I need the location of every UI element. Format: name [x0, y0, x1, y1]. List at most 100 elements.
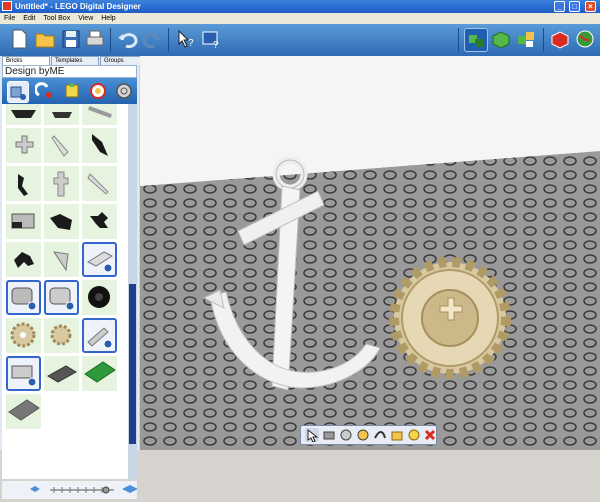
technic-plate-brick — [86, 251, 114, 273]
technic-claw-brick — [14, 252, 34, 268]
tab-templates[interactable]: Templates — [51, 56, 99, 65]
scrollbar-thumb[interactable] — [129, 284, 136, 444]
baseplate-scene — [140, 56, 600, 450]
brick-item[interactable] — [6, 104, 41, 125]
hinge-align-button[interactable] — [356, 428, 370, 442]
flex-button[interactable] — [373, 428, 387, 442]
paint-tool-button[interactable] — [88, 81, 108, 101]
brick-item[interactable] — [6, 166, 41, 201]
flex-tool-button[interactable] — [62, 81, 82, 101]
select-tool-button[interactable] — [305, 428, 319, 443]
menu-help[interactable]: Help — [97, 13, 119, 24]
brick-item[interactable] — [44, 318, 79, 353]
flat-tile-brick — [47, 365, 77, 383]
menu-edit[interactable]: Edit — [19, 13, 39, 24]
help-pointer-button[interactable]: ? — [175, 28, 197, 50]
help-book-icon: ? — [202, 31, 219, 51]
brick-item[interactable] — [6, 242, 41, 277]
brick-item[interactable] — [44, 204, 79, 239]
folder-icon — [35, 33, 55, 48]
view-mode-button[interactable] — [490, 28, 512, 50]
minimize-button[interactable]: _ — [554, 1, 565, 12]
brick-item[interactable] — [82, 280, 117, 315]
view-mode-icon — [492, 31, 510, 49]
close-button[interactable]: × — [585, 1, 596, 12]
technic-axle-brick — [87, 327, 113, 349]
lego-app-icon — [2, 1, 12, 11]
brick-item-selected[interactable] — [82, 318, 117, 353]
palette-name[interactable]: Design byME — [2, 65, 137, 78]
brick-item[interactable] — [82, 356, 117, 391]
brick-item[interactable] — [82, 128, 117, 163]
menu-file[interactable]: File — [0, 13, 19, 24]
brick-item-selected[interactable] — [6, 356, 41, 391]
hinge-tool-button[interactable] — [34, 81, 55, 101]
brick-item[interactable] — [6, 318, 41, 353]
brick-item[interactable] — [6, 128, 41, 163]
rotate-tool-button[interactable] — [114, 81, 134, 101]
building-guide-button[interactable] — [515, 28, 537, 50]
brick-item[interactable] — [44, 356, 79, 391]
technic-cross-brick — [15, 135, 34, 154]
minifig-head-icon — [408, 429, 420, 441]
brick-item[interactable] — [6, 204, 41, 239]
green-baseplate-brick — [84, 361, 116, 383]
save-button[interactable] — [60, 28, 82, 50]
3d-viewport[interactable] — [140, 56, 600, 450]
undo-icon — [118, 33, 138, 49]
clone-tool-button[interactable] — [322, 428, 336, 442]
toolbar-separator — [110, 28, 111, 52]
help-book-button[interactable]: ? — [200, 28, 222, 51]
brick-item-selected[interactable] — [44, 280, 79, 315]
delete-button[interactable] — [423, 428, 437, 442]
help-cursor-icon: ? — [178, 29, 194, 49]
tab-bricks[interactable]: Bricks — [2, 56, 50, 65]
technic-brick-round — [11, 287, 37, 311]
hinge-button[interactable] — [339, 428, 353, 442]
technic-axle-joint-brick — [52, 112, 72, 118]
paint-button[interactable] — [390, 428, 404, 442]
technic-connector-brick — [11, 110, 36, 118]
svg-text:?: ? — [213, 40, 219, 50]
window-title: Untitled* - LEGO Digital Designer — [15, 2, 141, 11]
gear-model[interactable] — [389, 257, 511, 379]
technic-bent-pin-brick — [18, 174, 28, 196]
minifig-button[interactable] — [407, 428, 421, 442]
build-mode-button[interactable] — [464, 28, 488, 52]
toolbar-separator — [543, 28, 544, 52]
technic-rod-brick — [88, 106, 112, 118]
palette-zoom-slider[interactable] — [2, 481, 138, 499]
brick-item[interactable] — [44, 166, 79, 201]
brick-list-scrollbar[interactable] — [128, 104, 137, 479]
hinge-tool-icon — [34, 82, 52, 98]
brick-item[interactable] — [44, 128, 79, 163]
add-brick-filter-button[interactable] — [7, 81, 29, 103]
print-button[interactable] — [84, 28, 106, 50]
new-file-button[interactable] — [8, 28, 30, 50]
brick-item[interactable] — [6, 394, 41, 429]
technic-tire-brick — [88, 286, 110, 308]
web-button[interactable] — [574, 28, 596, 50]
undo-button[interactable] — [116, 28, 138, 50]
shop-button[interactable] — [549, 28, 571, 50]
brick-item-selected[interactable] — [82, 242, 117, 277]
technic-panel-brick — [51, 135, 69, 157]
brick-item-selected[interactable] — [6, 280, 41, 315]
paint-icon — [391, 431, 403, 441]
menu-view[interactable]: View — [74, 13, 97, 24]
brick-item[interactable] — [44, 104, 79, 125]
technic-hook-brick — [52, 251, 69, 272]
hinge-align-icon — [357, 429, 369, 441]
maximize-button[interactable]: □ — [569, 1, 580, 12]
redo-button[interactable] — [142, 28, 164, 50]
plate-brick — [11, 365, 37, 387]
svg-text:?: ? — [188, 38, 194, 49]
menu-toolbox[interactable]: Tool Box — [39, 13, 74, 24]
brick-item[interactable] — [44, 242, 79, 277]
paint-bucket-icon — [90, 83, 106, 99]
brick-item[interactable] — [82, 204, 117, 239]
brick-list[interactable] — [2, 104, 128, 479]
open-file-button[interactable] — [34, 28, 56, 50]
brick-item[interactable] — [82, 104, 117, 125]
brick-item[interactable] — [82, 166, 117, 201]
